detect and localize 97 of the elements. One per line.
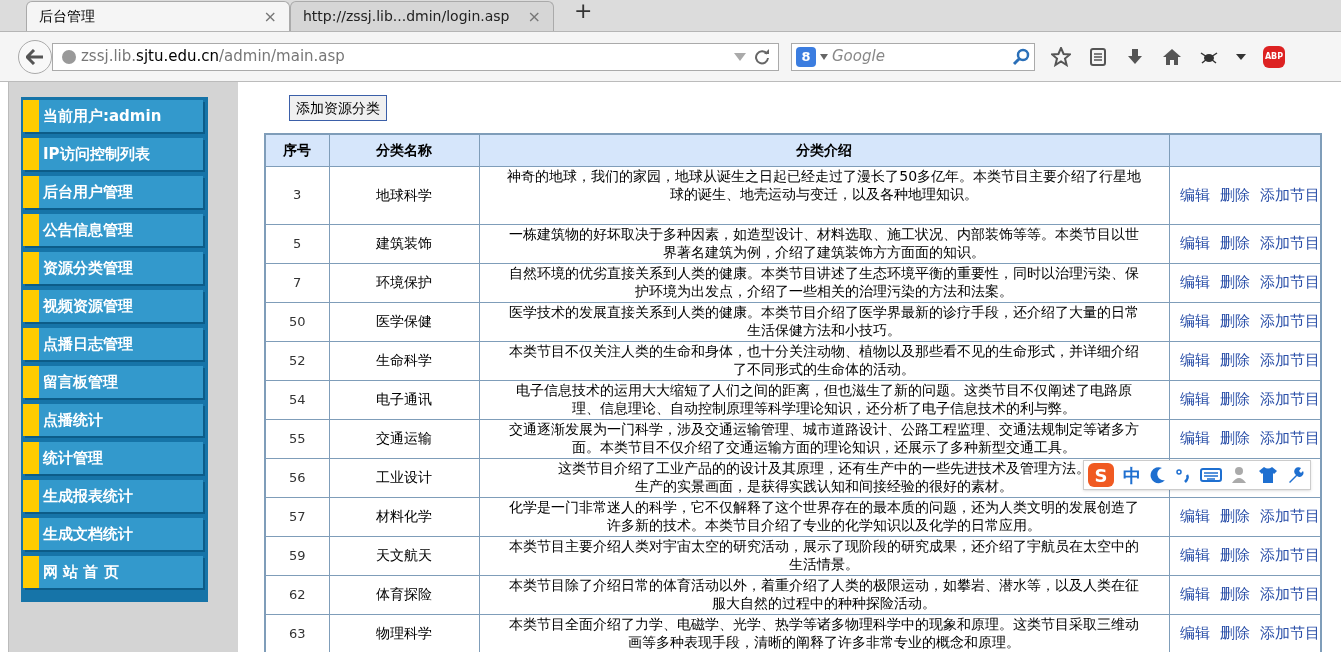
table-cell: 建筑装饰 [329, 224, 479, 263]
action-link[interactable]: 删除 [1220, 427, 1250, 450]
new-tab-button[interactable]: + [574, 0, 593, 27]
table-cell: 医学保健 [329, 302, 479, 341]
action-link[interactable]: 添加节目 [1260, 310, 1320, 333]
table-cell: 生命科学 [329, 341, 479, 380]
action-link[interactable]: 编辑 [1180, 183, 1210, 207]
moon-icon[interactable] [1150, 466, 1166, 484]
description-text: 本类节目不仅关注人类的生命和身体，也十分关注动物、植物以及那些看不见的生命形式，并详细介绍 了不同形式的生命体的活动。 [509, 341, 1140, 378]
action-link[interactable]: 编辑 [1180, 349, 1210, 372]
input-mode-toggle[interactable]: 中 [1123, 461, 1141, 489]
action-link[interactable]: 删除 [1220, 388, 1250, 411]
action-link[interactable]: 编辑 [1180, 271, 1210, 294]
action-link[interactable]: 添加节目 [1260, 544, 1320, 567]
action-link[interactable]: 添加节目 [1260, 349, 1320, 372]
wrench-icon[interactable] [1287, 466, 1305, 484]
punctuation-icon[interactable] [1175, 466, 1191, 484]
column-header: 分类介绍 [479, 134, 1170, 166]
action-link[interactable]: 添加节目 [1260, 271, 1320, 294]
action-link[interactable]: 编辑 [1180, 544, 1210, 567]
column-header: 序号 [265, 134, 329, 166]
reload-icon[interactable] [754, 48, 770, 65]
table-cell: 地球科学 [329, 166, 479, 224]
column-header: 分类名称 [329, 134, 479, 166]
description-text: 交通逐渐发展为一门科学，涉及交通运输管理、城市道路设计、公路工程监理、交通法规制定等诸多方 面。本类节目不仅介绍了交通运输方面的理论知识，还展示了多种新型交通工具。 [509, 419, 1140, 456]
action-link[interactable]: 添加节目 [1260, 427, 1320, 450]
description-text: 本类节目主要介绍人类对宇宙太空的研究活动，展示了现阶段的研究成果，还介绍了宇航员在太空中的 生活情景。 [509, 536, 1140, 573]
table-cell: 5 [265, 224, 329, 263]
table-cell: 62 [265, 575, 329, 614]
back-arrow-icon [26, 48, 44, 65]
action-link[interactable]: 编辑 [1180, 388, 1210, 411]
table-cell: 50 [265, 302, 329, 341]
table-cell: 7 [265, 263, 329, 302]
reading-list-icon[interactable] [1088, 46, 1108, 67]
action-link[interactable]: 添加节目 [1260, 183, 1320, 207]
action-link[interactable]: 添加节目 [1260, 622, 1320, 645]
caret-icon[interactable] [820, 53, 828, 60]
table-cell: 电子通讯 [329, 380, 479, 419]
action-link[interactable]: 删除 [1220, 544, 1250, 567]
add-category-button[interactable]: 添加资源分类 [289, 95, 387, 121]
action-link[interactable]: 删除 [1220, 622, 1250, 645]
search-input[interactable]: Google [832, 45, 1012, 68]
shirt-icon[interactable] [1258, 466, 1278, 484]
table-cell: 交通运输 [329, 419, 479, 458]
search-field[interactable]: 8 Google [791, 42, 1035, 71]
back-button[interactable] [18, 39, 52, 74]
table-cell: 环境保护 [329, 263, 479, 302]
table-cell: 工业设计 [329, 458, 479, 497]
table-cell: 52 [265, 341, 329, 380]
action-link[interactable]: 编辑 [1180, 583, 1210, 606]
close-icon[interactable]: × [263, 4, 277, 29]
table-cell: 54 [265, 380, 329, 419]
action-link[interactable]: 添加节目 [1260, 505, 1320, 528]
action-link[interactable]: 编辑 [1180, 622, 1210, 645]
action-link[interactable]: 编辑 [1180, 310, 1210, 333]
table-cell: 59 [265, 536, 329, 575]
action-link[interactable]: 删除 [1220, 505, 1250, 528]
action-link[interactable]: 删除 [1220, 349, 1250, 372]
keyboard-icon[interactable] [1200, 467, 1222, 483]
table-cell: 56 [265, 458, 329, 497]
description-text: 化学是一门非常迷人的科学，它不仅解释了这个世界存在的最本质的问题，还为人类文明的发展创造了 许多新的技术。本类节目介绍了专业的化学知识以及化学的日常应用。 [509, 497, 1140, 534]
url-text: zssj.lib.sjtu.edu.cn/admin/main.asp [81, 46, 346, 68]
action-link[interactable]: 删除 [1220, 183, 1250, 207]
caret-icon[interactable] [1236, 53, 1246, 60]
action-link[interactable]: 删除 [1220, 271, 1250, 294]
description-text: 医学技术的发展直接关系到人类的健康。本类节目介绍了医学界最新的诊疗手段，还介绍了大量的日常 生活保健方法和小技巧。 [509, 302, 1140, 339]
description-text: 一栋建筑物的好坏取决于多种因素，如造型设计、材料选取、施工状况、内部装饰等等。本类节目以世 界著名建筑为例，介绍了建筑装饰方方面面的知识。 [509, 224, 1140, 261]
description-text: 神奇的地球，我们的家园，地球从诞生之日起已经走过了漫长了50多亿年。本类节目主要介绍了行星地 球的诞生、地壳运动与变迁，以及各种地理知识。 [507, 166, 1142, 203]
globe-icon [61, 48, 77, 65]
address-field[interactable]: zssj.lib.sjtu.edu.cn/admin/main.asp [52, 42, 779, 71]
adblock-button[interactable]: ABP [1263, 45, 1285, 68]
description-text: 本类节目全面介绍了力学、电磁学、光学、热学等诸多物理科学中的现象和原理。这类节目采取三维动 画等多种表现手段，清晰的阐释了许多非常专业的概念和原理。 [509, 614, 1140, 651]
action-link[interactable]: 编辑 [1180, 505, 1210, 528]
action-link[interactable]: 删除 [1220, 310, 1250, 333]
description-text: 自然环境的优劣直接关系到人类的健康。本类节目讲述了生态环境平衡的重要性，同时以治理污染、保 护环境为出发点，介绍了一些相关的治理污染的方法和法案。 [509, 263, 1140, 300]
browser-tab[interactable]: http://zssj.lib...dmin/login.asp × [290, 1, 554, 31]
description-text: 这类节目介绍了工业产品的的设计及其原理，还有生产中的一些先进技术及管理方法。 生产的实景画面，是获得实践认知和间接经验的很好的素材。 [558, 458, 1091, 495]
star-icon[interactable] [1051, 46, 1071, 67]
table-cell: 3 [265, 166, 329, 224]
table-cell: 55 [265, 419, 329, 458]
action-link[interactable]: 编辑 [1180, 427, 1210, 450]
table-cell: 57 [265, 497, 329, 536]
action-link[interactable]: 添加节目 [1260, 583, 1320, 606]
search-icon[interactable] [1012, 47, 1030, 66]
action-link[interactable]: 添加节目 [1260, 388, 1320, 411]
action-link[interactable]: 删除 [1220, 583, 1250, 606]
table-cell: 天文航天 [329, 536, 479, 575]
action-link[interactable]: 删除 [1220, 232, 1250, 255]
browser-tab[interactable]: 后台管理 × [26, 1, 290, 31]
action-link[interactable]: 添加节目 [1260, 232, 1320, 255]
table-cell: 体育探险 [329, 575, 479, 614]
table-cell: 材料化学 [329, 497, 479, 536]
search-engine-logo[interactable]: 8 [796, 46, 816, 67]
description-text: 电子信息技术的运用大大缩短了人们之间的距离，但也滋生了新的问题。这类节目不仅阐述了电路原 理、信息理论、自动控制原理等科学理论知识，还分析了电子信息技术的利与弊。 [516, 380, 1133, 417]
action-link[interactable]: 编辑 [1180, 232, 1210, 255]
description-text: 本类节目除了介绍日常的体育活动以外，着重介绍了人类的极限运动，如攀岩、潜水等，以及人类在征 服大自然的过程中的种种探险活动。 [509, 575, 1140, 612]
home-icon[interactable] [1162, 46, 1182, 67]
